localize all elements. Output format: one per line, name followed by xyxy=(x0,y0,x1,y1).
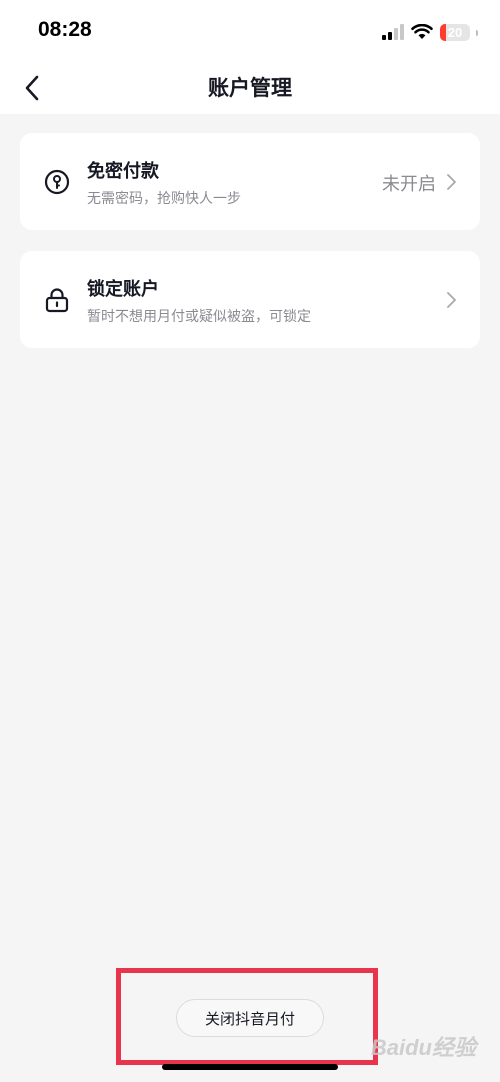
lock-account-item[interactable]: 锁定账户 暂时不想用月付或疑似被盗，可锁定 xyxy=(20,251,480,348)
home-indicator[interactable] xyxy=(162,1064,338,1070)
item-subtitle: 无需密码，抢购快人一步 xyxy=(87,191,241,207)
status-icons: 20 xyxy=(382,22,478,42)
chevron-right-icon xyxy=(447,292,456,308)
battery-icon: 20 xyxy=(440,23,478,41)
page-title: 账户管理 xyxy=(208,76,292,100)
password-free-payment-item[interactable]: 免密付款 无需密码，抢购快人一步 未开启 xyxy=(20,133,480,230)
chevron-right-icon xyxy=(447,174,456,190)
item-title: 锁定账户 xyxy=(87,279,159,300)
status-bar: 08:28 20 xyxy=(0,0,500,62)
item-title: 免密付款 xyxy=(87,161,159,182)
item-subtitle: 暂时不想用月付或疑似被盗，可锁定 xyxy=(87,309,311,325)
item-status: 未开启 xyxy=(382,174,436,195)
key-icon xyxy=(44,169,70,195)
battery-level: 20 xyxy=(447,24,463,40)
watermark: Baidu经验 xyxy=(370,1035,476,1060)
status-time: 08:28 xyxy=(38,18,92,41)
wifi-icon xyxy=(411,24,433,39)
close-monthly-pay-button[interactable]: 关闭抖音月付 xyxy=(176,999,324,1037)
nav-bar: 账户管理 xyxy=(0,62,500,114)
lock-icon xyxy=(45,288,69,313)
signal-icon xyxy=(382,24,404,40)
